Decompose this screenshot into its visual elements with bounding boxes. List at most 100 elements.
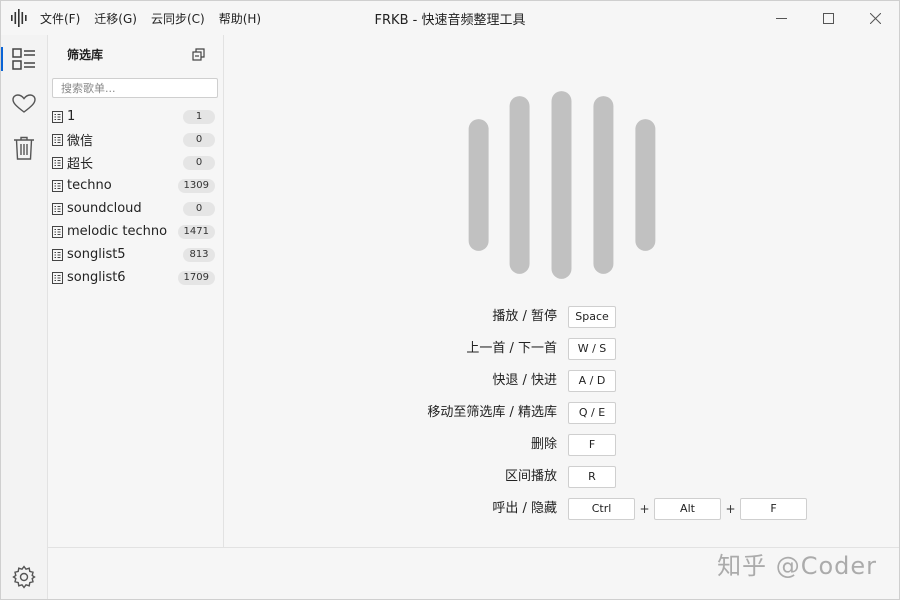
shortcut-keys: W / S bbox=[568, 337, 616, 360]
playlist-name: 1 bbox=[67, 109, 76, 124]
title-bar: 文件(F) 迁移(G) 云同步(C) 帮助(H) FRKB - 快速音频整理工具 bbox=[1, 1, 899, 35]
playlist-item[interactable]: 11 bbox=[48, 105, 223, 128]
settings-icon bbox=[12, 565, 36, 589]
playlist-count-badge: 0 bbox=[183, 201, 215, 216]
waveform-bar bbox=[551, 91, 572, 279]
menu-help[interactable]: 帮助(H) bbox=[219, 10, 261, 27]
playlist-count-badge: 1709 bbox=[177, 270, 215, 285]
window-controls bbox=[758, 1, 899, 35]
playlist-name: songlist5 bbox=[67, 247, 126, 262]
key-cap: Ctrl bbox=[568, 497, 635, 520]
playlist-name: techno bbox=[67, 178, 112, 193]
key-cap: W / S bbox=[568, 337, 616, 360]
playlist-file-icon bbox=[52, 156, 63, 169]
key-cap: Q / E bbox=[568, 401, 616, 424]
playlist-file-icon bbox=[52, 179, 63, 192]
menu-migrate[interactable]: 迁移(G) bbox=[94, 10, 137, 27]
close-icon bbox=[870, 12, 881, 24]
playlist-file-icon bbox=[52, 271, 63, 284]
minimize-button[interactable] bbox=[758, 1, 805, 35]
trash-icon bbox=[14, 136, 34, 160]
playlist-item[interactable]: soundcloud 0 bbox=[48, 197, 223, 220]
playlist-file-icon bbox=[52, 248, 63, 261]
playlist-count-badge: 0 bbox=[183, 155, 215, 170]
playlist-item[interactable]: techno 1309 bbox=[48, 174, 223, 197]
minimize-icon bbox=[776, 17, 787, 19]
waveform-logo-icon bbox=[468, 91, 656, 279]
key-cap: R bbox=[568, 465, 616, 488]
menu-file[interactable]: 文件(F) bbox=[40, 10, 80, 27]
rail-library-button[interactable] bbox=[1, 39, 47, 79]
playlist-file-icon bbox=[52, 110, 63, 123]
menu-cloud-sync[interactable]: 云同步(C) bbox=[151, 10, 205, 27]
shortcut-row: 快退 / 快进 A / D bbox=[224, 369, 899, 392]
shortcut-label: 移动至筛选库 / 精选库 bbox=[427, 405, 557, 420]
activity-rail bbox=[1, 35, 48, 599]
shortcut-label: 快退 / 快进 bbox=[492, 373, 557, 388]
sidebar-header: 筛选库 bbox=[48, 35, 223, 73]
shortcut-keys: A / D bbox=[568, 369, 616, 392]
rail-settings-button[interactable] bbox=[1, 557, 47, 597]
key-cap: Space bbox=[568, 305, 616, 328]
playlist-item[interactable]: melodic techno 1471 bbox=[48, 220, 223, 243]
shortcut-keys: R bbox=[568, 465, 616, 488]
key-separator: + bbox=[725, 501, 736, 516]
main-panel: 播放 / 暂停 Space 上一首 / 下一首 W / S 快退 / 快进 A / D 移动… bbox=[224, 35, 899, 547]
rail-favorites-button[interactable] bbox=[1, 84, 47, 124]
heart-icon bbox=[12, 94, 36, 113]
shortcut-label: 区间播放 bbox=[504, 469, 557, 484]
shortcut-keys: Q / E bbox=[568, 401, 616, 424]
playlist-count-badge: 813 bbox=[183, 247, 215, 262]
playlist-name: 超长 bbox=[67, 157, 94, 172]
maximize-icon bbox=[823, 12, 834, 24]
key-separator: + bbox=[639, 501, 650, 516]
playlist-item[interactable]: 超长 0 bbox=[48, 151, 223, 174]
bottom-bar: 知乎 @Coder bbox=[48, 547, 899, 599]
waveform-bar bbox=[468, 119, 489, 251]
shortcut-label: 播放 / 暂停 bbox=[492, 309, 557, 324]
playlist-list: 1 1 微信 0 超长 0 techno 1309 soundcloud 0 melodic tec… bbox=[48, 105, 223, 289]
app-logo-icon bbox=[10, 7, 32, 29]
key-cap: F bbox=[740, 497, 807, 520]
library-sidebar: 筛选库 11微信0超长0techno1309soundcloud0melodic… bbox=[48, 35, 224, 547]
playlist-name: songlist6 bbox=[67, 270, 126, 285]
shortcut-keys: Space bbox=[568, 305, 616, 328]
close-button[interactable] bbox=[852, 1, 899, 35]
maximize-button[interactable] bbox=[805, 1, 852, 35]
shortcut-label: 上一首 / 下一首 bbox=[466, 341, 557, 356]
app-window: 文件(F) 迁移(G) 云同步(C) 帮助(H) FRKB - 快速音频整理工具 bbox=[0, 0, 900, 600]
playlist-count-badge: 1471 bbox=[177, 224, 215, 239]
active-indicator bbox=[1, 47, 3, 71]
waveform-bar bbox=[635, 119, 656, 251]
playlist-count-badge: 1 bbox=[183, 109, 215, 124]
playlist-item[interactable]: songlist6 1709 bbox=[48, 266, 223, 289]
shortcut-row: 上一首 / 下一首 W / S bbox=[224, 337, 899, 360]
playlist-file-icon bbox=[52, 133, 63, 146]
sidebar-title: 筛选库 bbox=[67, 47, 104, 62]
playlist-name: 微信 bbox=[67, 134, 94, 149]
shortcut-label: 呼出 / 隐藏 bbox=[492, 501, 557, 516]
playlist-icon bbox=[12, 48, 35, 70]
playlist-file-icon bbox=[52, 225, 63, 238]
shortcut-keys: Ctrl + Alt + F bbox=[568, 497, 807, 520]
key-cap: A / D bbox=[568, 369, 616, 392]
key-cap: F bbox=[568, 433, 616, 456]
playlist-search-input[interactable] bbox=[52, 78, 218, 98]
playlist-count-badge: 0 bbox=[183, 132, 215, 147]
shortcut-row: 播放 / 暂停 Space bbox=[224, 305, 899, 328]
playlist-item[interactable]: 微信 0 bbox=[48, 128, 223, 151]
shortcut-keys: F bbox=[568, 433, 616, 456]
playlist-name: soundcloud bbox=[67, 201, 142, 216]
waveform-bar bbox=[509, 96, 530, 274]
key-cap: Alt bbox=[654, 497, 721, 520]
playlist-file-icon bbox=[52, 202, 63, 215]
shortcut-row: 区间播放 R bbox=[224, 465, 899, 488]
rail-recycle-bin-button[interactable] bbox=[1, 128, 47, 168]
shortcut-row: 呼出 / 隐藏 Ctrl + Alt + F bbox=[224, 497, 899, 520]
playlist-item[interactable]: songlist5 813 bbox=[48, 243, 223, 266]
menu-bar: 文件(F) 迁移(G) 云同步(C) 帮助(H) bbox=[40, 10, 261, 27]
waveform-bar bbox=[593, 96, 614, 274]
playlist-count-badge: 1309 bbox=[177, 178, 215, 193]
collapse-all-icon[interactable] bbox=[192, 47, 205, 61]
shortcut-row: 删除 F bbox=[224, 433, 899, 456]
